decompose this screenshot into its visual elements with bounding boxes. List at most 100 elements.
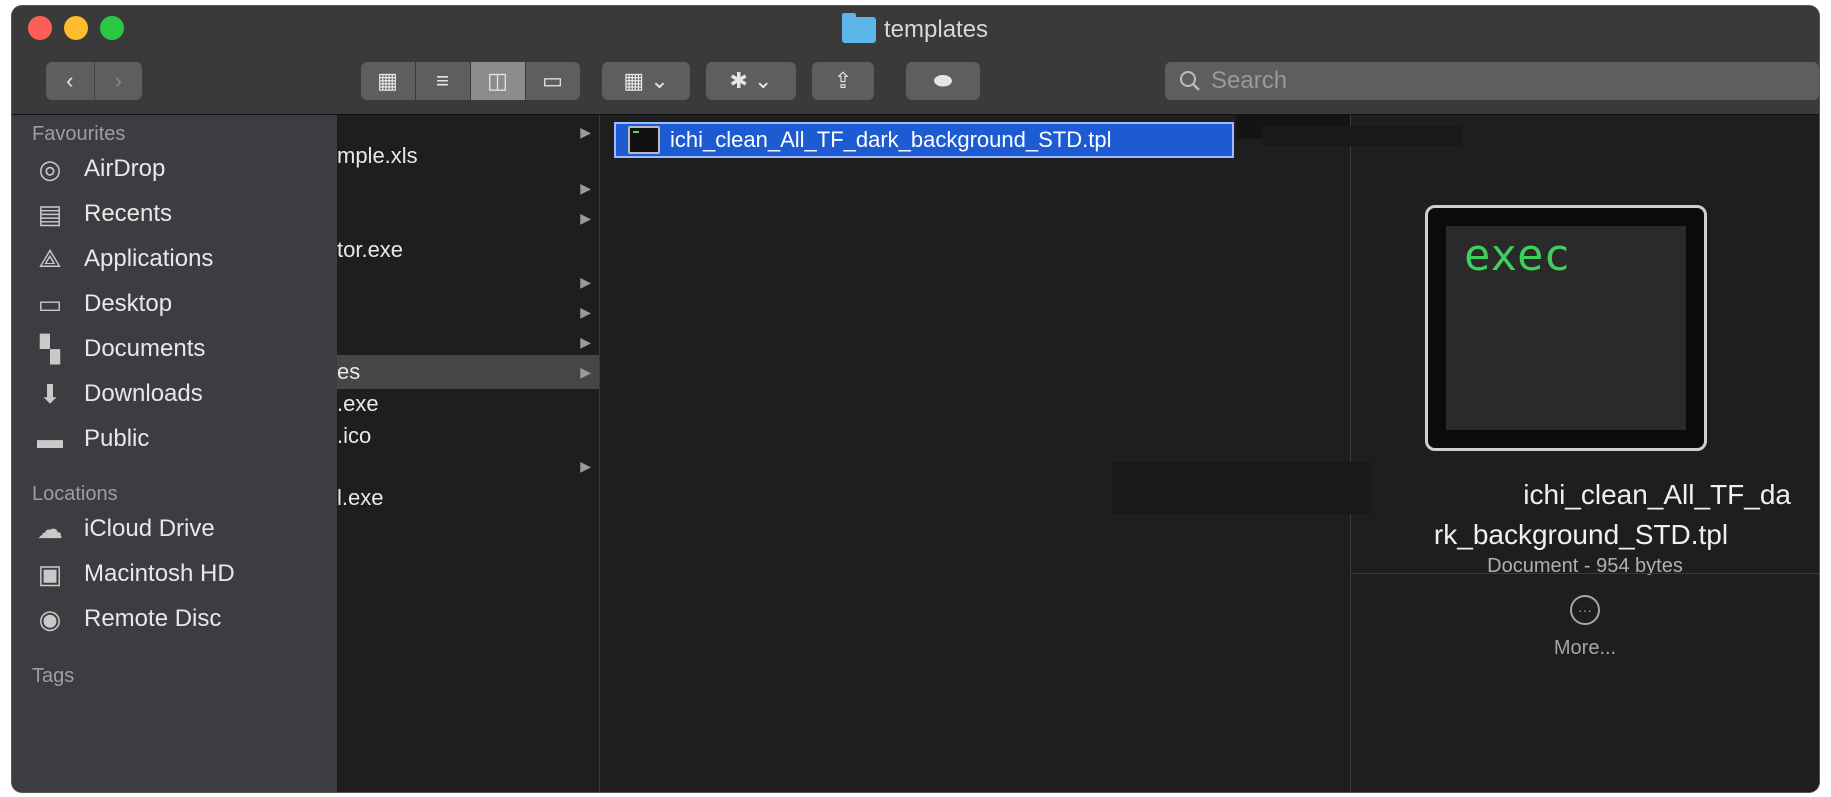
row-label: tor.exe	[337, 237, 404, 262]
sidebar: Favourites ◎ AirDrop ▤ Recents ⟁ Applications…	[12, 115, 337, 792]
icon-view-button[interactable]: ▦	[360, 62, 416, 100]
tags-header: Tags	[32, 665, 75, 687]
file-thumbnail: exec	[1425, 205, 1707, 451]
folder-row[interactable]: es ▶	[337, 355, 599, 389]
preview-file-name: ichi_clean_All_TF_da rk_background_STD.t…	[1371, 475, 1791, 555]
tags-button[interactable]: ⬬	[906, 62, 980, 100]
chevron-right-icon: ▶	[580, 273, 591, 290]
chevron-right-icon: ▶	[580, 179, 591, 196]
group-by-button[interactable]: ▦ ⌄	[602, 62, 690, 100]
row-label: mple.xls	[337, 143, 418, 168]
desktop-icon: ▭	[37, 288, 63, 319]
zoom-window-button[interactable]	[100, 16, 124, 40]
gallery-view-button[interactable]: ▭	[525, 62, 580, 100]
search-icon	[1180, 71, 1200, 91]
file-row[interactable]: mple.xls	[337, 139, 599, 173]
grid-icon: ▦	[377, 68, 398, 93]
list-view-button[interactable]: ≡	[415, 62, 471, 100]
chevron-right-icon: ›	[114, 68, 122, 93]
sidebar-item-remote-disc[interactable]: ◉ Remote Disc	[32, 599, 332, 639]
file-row[interactable]: .ico	[337, 419, 599, 453]
search-field[interactable]	[1165, 62, 1819, 100]
sidebar-item-label: Desktop	[84, 290, 173, 317]
sidebar-item-recents[interactable]: ▤ Recents	[32, 194, 332, 234]
redacted-area	[1262, 126, 1462, 146]
chevron-right-icon: ▶	[580, 123, 591, 140]
folder-row[interactable]: ▶	[337, 449, 599, 483]
window-title-text: templates	[884, 16, 989, 43]
list-icon: ≡	[436, 68, 449, 93]
folder-row[interactable]: ▶	[337, 171, 599, 205]
folder-row[interactable]: ▶	[337, 265, 599, 299]
close-window-button[interactable]	[28, 16, 52, 40]
preview-name-line1: ichi_clean_All_TF_da	[1523, 479, 1791, 510]
finder-window: templates ‹ › ▦ ≡ ◫ ▭ ▦ ⌄ ✱ ⌄ ⇪ ⬬ Search…	[12, 6, 1819, 792]
sidebar-item-label: Recents	[84, 200, 173, 227]
column-view-button[interactable]: ◫	[470, 62, 526, 100]
columns-icon: ◫	[487, 68, 508, 93]
back-button[interactable]: ‹	[46, 62, 94, 100]
parent-folder-column: ▶ mple.xls ▶ ▶ tor.exe ▶ ▶ ▶ es ▶ .exe .ico ▶ l.exe	[337, 115, 600, 792]
sidebar-item-downloads[interactable]: ⬇ Downloads	[32, 374, 332, 414]
minimize-window-button[interactable]	[64, 16, 88, 40]
ellipsis-icon: ···	[1570, 595, 1600, 625]
chevron-right-icon: ▶	[580, 333, 591, 350]
redacted-area	[1112, 462, 1372, 514]
chevron-right-icon: ▶	[580, 303, 591, 320]
view-mode-control: ▦ ≡ ◫ ▭	[360, 62, 580, 100]
navigation-buttons: ‹ ›	[46, 62, 142, 100]
file-row[interactable]: tor.exe	[337, 233, 599, 267]
sidebar-item-label: Documents	[84, 335, 206, 362]
sidebar-item-label: Macintosh HD	[84, 560, 235, 587]
sidebar-item-desktop[interactable]: ▭ Desktop	[32, 284, 332, 324]
chevron-left-icon: ‹	[66, 68, 74, 93]
selected-file-row[interactable]: ichi_clean_All_TF_dark_background_STD.tp…	[614, 122, 1234, 158]
toolbar: templates ‹ › ▦ ≡ ◫ ▭ ▦ ⌄ ✱ ⌄ ⇪ ⬬ Search	[12, 6, 1819, 115]
window-title: templates	[842, 13, 989, 44]
row-label: .ico	[337, 423, 372, 448]
folder-row[interactable]: ▶	[337, 201, 599, 235]
folder-row[interactable]: ▶	[337, 295, 599, 329]
chevron-right-icon: ▶	[580, 457, 591, 474]
sidebar-item-macintosh-hd[interactable]: ▣ Macintosh HD	[32, 554, 332, 594]
preview-name-line2: rk_background_STD.tpl	[1433, 519, 1729, 550]
sidebar-item-icloud-drive[interactable]: ☁ iCloud Drive	[32, 509, 332, 549]
sidebar-item-label: Public	[84, 425, 150, 452]
sidebar-item-label: iCloud Drive	[84, 515, 215, 542]
more-button[interactable]: ··· More...	[1535, 595, 1635, 665]
sidebar-item-label: Downloads	[84, 380, 203, 407]
row-label: es	[337, 359, 361, 384]
thumbnail-screen: exec	[1446, 226, 1686, 430]
icloud-icon: ☁	[37, 513, 63, 544]
forward-button[interactable]: ›	[93, 62, 143, 100]
locations-header: Locations	[32, 483, 118, 505]
action-button[interactable]: ✱ ⌄	[706, 62, 796, 100]
file-row[interactable]: .exe	[337, 387, 599, 421]
gear-icon: ✱ ⌄	[729, 68, 773, 93]
file-row[interactable]: l.exe	[337, 481, 599, 515]
tag-icon: ⬬	[933, 68, 953, 93]
chevron-right-icon: ▶	[580, 209, 591, 226]
share-button[interactable]: ⇪	[812, 62, 874, 100]
sidebar-item-label: Remote Disc	[84, 605, 222, 632]
downloads-icon: ⬇	[39, 378, 61, 409]
sidebar-item-public[interactable]: ▬ Public	[32, 419, 332, 459]
divider	[1351, 573, 1819, 574]
folder-icon	[842, 13, 876, 43]
share-icon: ⇪	[833, 68, 853, 93]
documents-icon: ▚	[40, 333, 60, 364]
sidebar-item-applications[interactable]: ⟁ Applications	[32, 239, 332, 279]
gallery-icon: ▭	[542, 68, 563, 93]
disc-icon: ◉	[38, 603, 62, 634]
applications-icon: ⟁	[38, 243, 62, 273]
search-input[interactable]	[1209, 66, 1773, 96]
chevron-right-icon: ▶	[580, 363, 591, 380]
row-label: .exe	[337, 391, 379, 416]
sidebar-item-airdrop[interactable]: ◎ AirDrop	[32, 149, 332, 189]
folder-row[interactable]: ▶	[337, 325, 599, 359]
group-icon: ▦ ⌄	[623, 68, 669, 93]
templates-column: ichi_clean_All_TF_dark_background_STD.tp…	[600, 115, 1351, 792]
public-folder-icon: ▬	[37, 423, 63, 454]
harddisk-icon: ▣	[37, 558, 63, 589]
sidebar-item-documents[interactable]: ▚ Documents	[32, 329, 332, 369]
